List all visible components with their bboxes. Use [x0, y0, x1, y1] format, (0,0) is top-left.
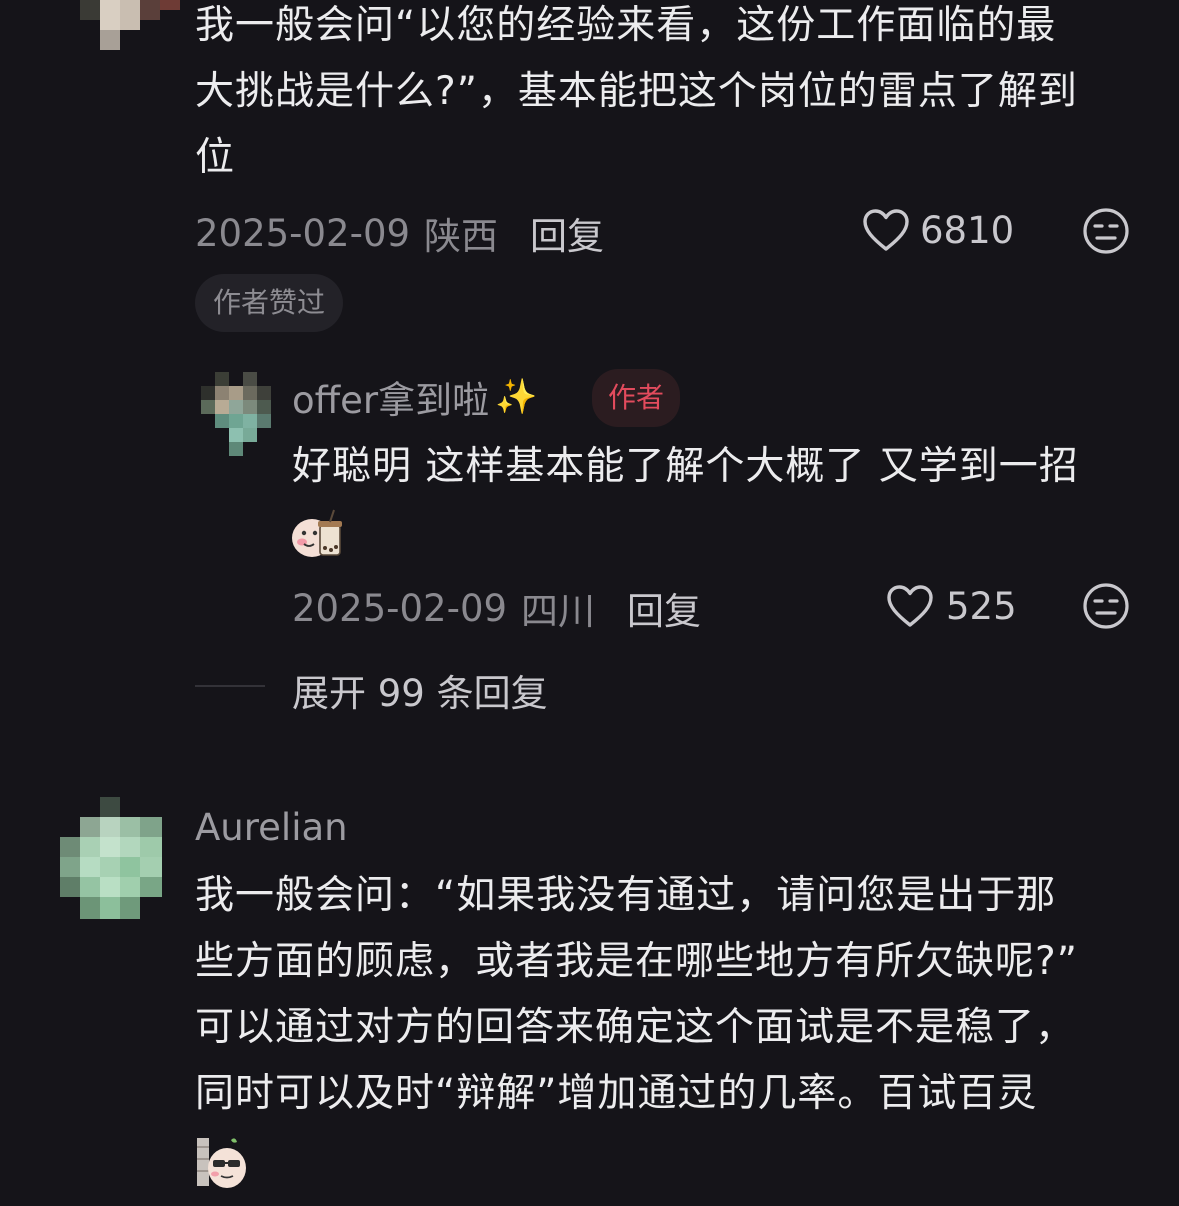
like-count: 6810 — [920, 208, 1015, 252]
like-button[interactable]: 525 — [886, 584, 1017, 628]
author-tag: 作者 — [592, 369, 681, 427]
commenter-avatar[interactable] — [60, 797, 162, 919]
replier-username[interactable]: offer拿到啦 — [292, 370, 489, 424]
meh-face-icon[interactable] — [1082, 207, 1130, 255]
reply-button[interactable]: 回复 — [627, 581, 701, 635]
sunglasses-sticker — [195, 1134, 249, 1190]
like-button[interactable]: 6810 — [862, 208, 1014, 252]
like-count: 525 — [946, 584, 1017, 628]
comment-text-line: 大挑战是什么?”，基本能把这个岗位的雷点了解到 — [195, 69, 1078, 114]
comment-location: 陕西 — [424, 215, 499, 258]
reply-date: 2025-02-09 — [292, 586, 508, 630]
heart-outline-icon — [886, 584, 934, 628]
meh-face-icon[interactable] — [1082, 582, 1130, 630]
reply-text: 好聪明 这样基本能了解个大概了 又学到一招 — [292, 444, 1079, 489]
comment-meta-row: 2025-02-09 陕西 回复 — [195, 206, 604, 260]
reply-location: 四川 — [521, 590, 596, 633]
expand-divider — [195, 685, 265, 687]
reply-button[interactable]: 回复 — [530, 206, 604, 260]
replier-avatar[interactable] — [201, 372, 271, 456]
comment-text-line: 我一般会问：“如果我没有通过，请问您是出于那 — [195, 873, 1057, 918]
bubble-tea-sticker — [290, 508, 346, 560]
heart-outline-icon — [862, 208, 910, 252]
comment-text-line: 些方面的顾虑，或者我是在哪些地方有所欠缺呢?” — [195, 939, 1078, 984]
comment-text-line: 位 — [195, 135, 236, 180]
commenter-username[interactable]: Aurelian — [195, 806, 348, 849]
comment-text-line: 我一般会问“以您的经验来看，这份工作面临的最 — [195, 3, 1057, 48]
comment-date: 2025-02-09 — [195, 211, 411, 255]
comment-text-line: 同时可以及时“辩解”增加通过的几率。百试百灵 — [195, 1071, 1038, 1116]
expand-replies-button[interactable]: 展开 99 条回复 — [292, 663, 548, 717]
reply-meta-row: 2025-02-09 四川 回复 — [292, 581, 701, 635]
sparkles-icon: ✨ — [495, 377, 538, 417]
comment-text-line: 可以通过对方的回答来确定这个面试是不是稳了， — [195, 1005, 1076, 1050]
commenter-avatar[interactable] — [60, 0, 180, 50]
author-liked-badge: 作者赞过 — [195, 274, 344, 332]
